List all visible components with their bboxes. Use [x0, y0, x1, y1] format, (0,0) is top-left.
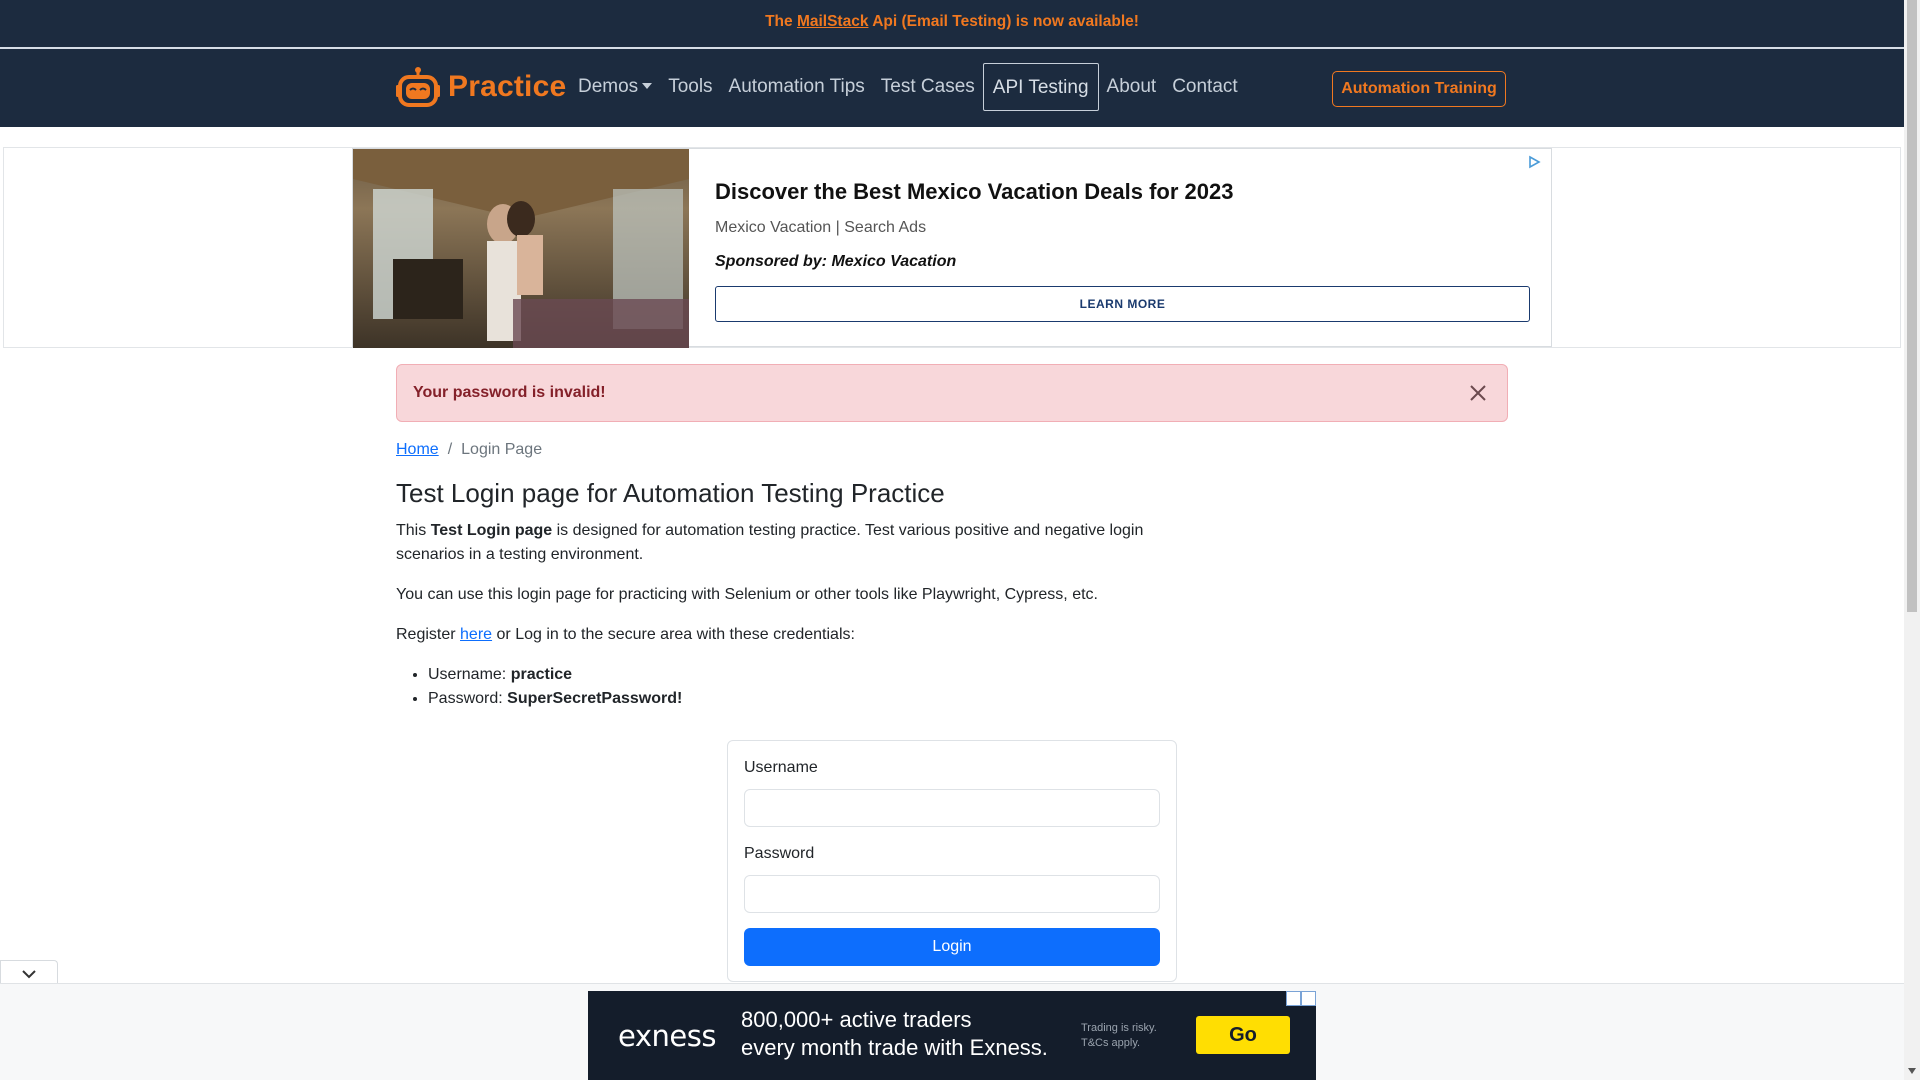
breadcrumb-current: Login Page	[461, 441, 543, 458]
announcement-bar: The MailStack Api (Email Testing) is now…	[0, 0, 1904, 49]
exness-ad[interactable]: exness 800,000+ active traders every mon…	[588, 991, 1316, 1080]
brand-logo[interactable]: Practice	[396, 63, 566, 111]
register-here-link[interactable]: here	[460, 626, 492, 643]
credential-password: Password: SuperSecretPassword!	[428, 687, 1216, 711]
ad-close-icon[interactable]	[1301, 991, 1316, 1006]
ad-subtitle: Mexico Vacation | Search Ads	[715, 219, 927, 236]
scrollbar-thumb[interactable]	[1907, 0, 1917, 612]
nav-demos[interactable]: Demos	[570, 63, 660, 111]
credential-password-label: Password:	[428, 690, 503, 707]
announcement-suffix: Api (Email Testing) is now available!	[872, 13, 1139, 30]
username-label: Username	[744, 759, 818, 776]
breadcrumb: Home / Login Page	[396, 441, 542, 459]
ad-choices-icon[interactable]	[1527, 155, 1541, 169]
ad-disclaimer-line-2: T&Cs apply.	[1081, 1037, 1141, 1049]
navbar: Practice Demos Tools Automation Tips Tes…	[0, 49, 1904, 127]
breadcrumb-separator: /	[447, 441, 453, 458]
credential-password-value: SuperSecretPassword!	[507, 690, 683, 707]
close-icon[interactable]	[1467, 382, 1489, 404]
login-form: Username Password Login	[727, 740, 1177, 982]
nav-api-testing[interactable]: API Testing	[982, 63, 1099, 111]
automation-training-button[interactable]: Automation Training	[1332, 71, 1506, 107]
robot-icon	[396, 67, 440, 107]
tools-paragraph: You can use this login page for practici…	[396, 586, 1098, 603]
ad-line-1: 800,000+ active traders	[741, 1007, 972, 1032]
mailstack-link[interactable]: MailStack	[797, 13, 869, 30]
password-label: Password	[744, 845, 815, 862]
ad-line-2: every month trade with Exness.	[741, 1035, 1048, 1060]
scroll-down-arrow-icon[interactable]	[1908, 1068, 1916, 1074]
nav-demos-label: Demos	[578, 76, 639, 97]
ad-image[interactable]	[353, 149, 689, 348]
ad-banner[interactable]: Discover the Best Mexico Vacation Deals …	[352, 148, 1552, 348]
page-title: Test Login page for Automation Testing P…	[396, 478, 945, 508]
announcement-prefix: The	[765, 13, 793, 30]
username-input[interactable]	[744, 789, 1160, 827]
breadcrumb-home-link[interactable]: Home	[396, 441, 439, 459]
ad-disclaimer: Trading is risky. T&Cs apply.	[1081, 1021, 1157, 1051]
caret-down-icon	[642, 83, 653, 89]
nav-tools[interactable]: Tools	[660, 63, 720, 111]
nav-contact[interactable]: Contact	[1164, 63, 1245, 111]
ad-title[interactable]: Discover the Best Mexico Vacation Deals …	[715, 179, 1233, 205]
register-suffix: or Log in to the secure area with these …	[496, 626, 855, 643]
brand-name: Practice	[448, 70, 567, 103]
learn-more-button[interactable]: LEARN MORE	[715, 286, 1530, 322]
register-paragraph: Register here or Log in to the secure ar…	[396, 623, 1216, 647]
password-input[interactable]	[744, 875, 1160, 913]
ad-sponsor: Sponsored by: Mexico Vacation	[715, 253, 957, 270]
main-nav: Demos Tools Automation Tips Test Cases A…	[570, 63, 1246, 111]
intro-prefix: This	[396, 522, 427, 539]
exness-logo: exness	[618, 1019, 716, 1053]
main-content: Test Login page for Automation Testing P…	[396, 478, 1216, 711]
credentials-list: Username: practice Password: SuperSecret…	[428, 663, 1216, 711]
intro-paragraph: This Test Login page is designed for aut…	[396, 519, 1216, 567]
ad-photo-illustration	[353, 149, 689, 348]
credential-username: Username: practice	[428, 663, 1216, 687]
intro-bold: Test Login page	[430, 522, 553, 539]
ad-corner-controls	[1286, 991, 1316, 1006]
ad-disclaimer-line-1: Trading is risky.	[1081, 1022, 1157, 1034]
login-button[interactable]: Login	[744, 928, 1160, 966]
error-alert: Your password is invalid!	[396, 364, 1508, 422]
go-button[interactable]: Go	[1196, 1016, 1290, 1054]
nav-test-cases[interactable]: Test Cases	[873, 63, 983, 111]
ad-info-icon[interactable]	[1286, 991, 1301, 1006]
credential-username-value: practice	[510, 666, 573, 683]
register-prefix: Register	[396, 626, 456, 643]
alert-message: Your password is invalid!	[413, 384, 606, 401]
credential-username-label: Username:	[428, 666, 507, 683]
nav-automation-tips[interactable]: Automation Tips	[721, 63, 873, 111]
nav-about[interactable]: About	[1099, 63, 1165, 111]
collapse-ad-tab[interactable]	[0, 960, 58, 985]
page-scrollbar[interactable]	[1904, 0, 1920, 1080]
